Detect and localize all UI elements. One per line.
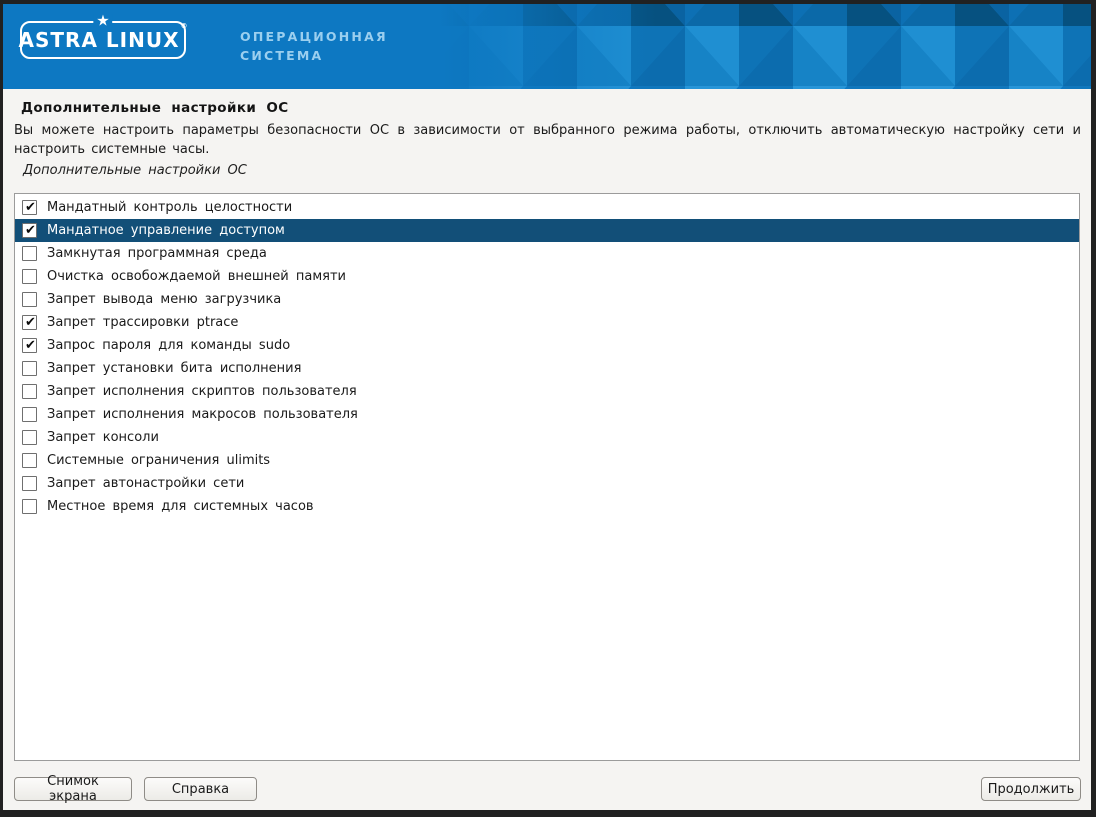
item-label: Системные ограничения ulimits [47, 453, 270, 468]
list-item[interactable]: Замкнутая программная среда [15, 242, 1079, 265]
checkbox[interactable] [22, 292, 37, 307]
checkbox[interactable] [22, 338, 37, 353]
astra-linux-logo: ★ ASTRA LINUX® [20, 21, 186, 59]
checkbox[interactable] [22, 315, 37, 330]
checkbox[interactable] [22, 499, 37, 514]
settings-list: Мандатный контроль целостности Мандатное… [14, 193, 1080, 761]
page-description: Вы можете настроить параметры безопаснос… [14, 121, 1081, 159]
item-label: Запрос пароля для команды sudo [47, 338, 290, 353]
screenshot-button[interactable]: Снимок экрана [14, 777, 132, 801]
item-label: Местное время для системных часов [47, 499, 314, 514]
item-label: Запрет исполнения скриптов пользователя [47, 384, 357, 399]
checkbox[interactable] [22, 361, 37, 376]
list-item[interactable]: Запрет автонастройки сети [15, 472, 1079, 495]
item-label: Замкнутая программная среда [47, 246, 267, 261]
list-item[interactable]: Местное время для системных часов [15, 495, 1079, 518]
list-item[interactable]: Системные ограничения ulimits [15, 449, 1079, 472]
checkbox[interactable] [22, 200, 37, 215]
list-item[interactable]: Запрет трассировки ptrace [15, 311, 1079, 334]
registered-mark: ® [180, 22, 188, 30]
item-label: Запрет автонастройки сети [47, 476, 244, 491]
list-item[interactable]: Запрет исполнения макросов пользователя [15, 403, 1079, 426]
item-label: Очистка освобождаемой внешней памяти [47, 269, 346, 284]
page-subtitle: Дополнительные настройки ОС [23, 163, 247, 178]
continue-button[interactable]: Продолжить [981, 777, 1081, 801]
list-item[interactable]: Запрет консоли [15, 426, 1079, 449]
item-label: Мандатный контроль целостности [47, 200, 292, 215]
list-item[interactable]: Запрет вывода меню загрузчика [15, 288, 1079, 311]
item-label: Запрет консоли [47, 430, 159, 445]
checkbox[interactable] [22, 453, 37, 468]
list-item[interactable]: Запрет установки бита исполнения [15, 357, 1079, 380]
item-label: Запрет исполнения макросов пользователя [47, 407, 358, 422]
item-label: Запрет трассировки ptrace [47, 315, 238, 330]
checkbox[interactable] [22, 407, 37, 422]
checkbox[interactable] [22, 269, 37, 284]
checkbox[interactable] [22, 430, 37, 445]
list-item[interactable]: Мандатное управление доступом [15, 219, 1079, 242]
help-button[interactable]: Справка [144, 777, 257, 801]
list-item[interactable]: Мандатный контроль целостности [15, 196, 1079, 219]
page-title: Дополнительные настройки ОС [21, 100, 289, 116]
brand-text: ОПЕРАЦИОННАЯСИСТЕМА [240, 27, 388, 65]
logo-text: ASTRA LINUX® [19, 28, 188, 52]
installer-body: ★ ASTRA LINUX® ОПЕРАЦИОННАЯСИСТЕМА Допол… [3, 4, 1091, 810]
installer-window: ★ ASTRA LINUX® ОПЕРАЦИОННАЯСИСТЕМА Допол… [0, 0, 1096, 817]
header-banner: ★ ASTRA LINUX® ОПЕРАЦИОННАЯСИСТЕМА [3, 4, 1091, 89]
item-label: Мандатное управление доступом [47, 223, 285, 238]
item-label: Запрет вывода меню загрузчика [47, 292, 281, 307]
star-icon: ★ [93, 14, 112, 29]
checkbox[interactable] [22, 246, 37, 261]
item-label: Запрет установки бита исполнения [47, 361, 301, 376]
checkbox[interactable] [22, 476, 37, 491]
list-item[interactable]: Очистка освобождаемой внешней памяти [15, 265, 1079, 288]
list-item[interactable]: Запрет исполнения скриптов пользователя [15, 380, 1079, 403]
checkbox[interactable] [22, 223, 37, 238]
list-item[interactable]: Запрос пароля для команды sudo [15, 334, 1079, 357]
checkbox[interactable] [22, 384, 37, 399]
